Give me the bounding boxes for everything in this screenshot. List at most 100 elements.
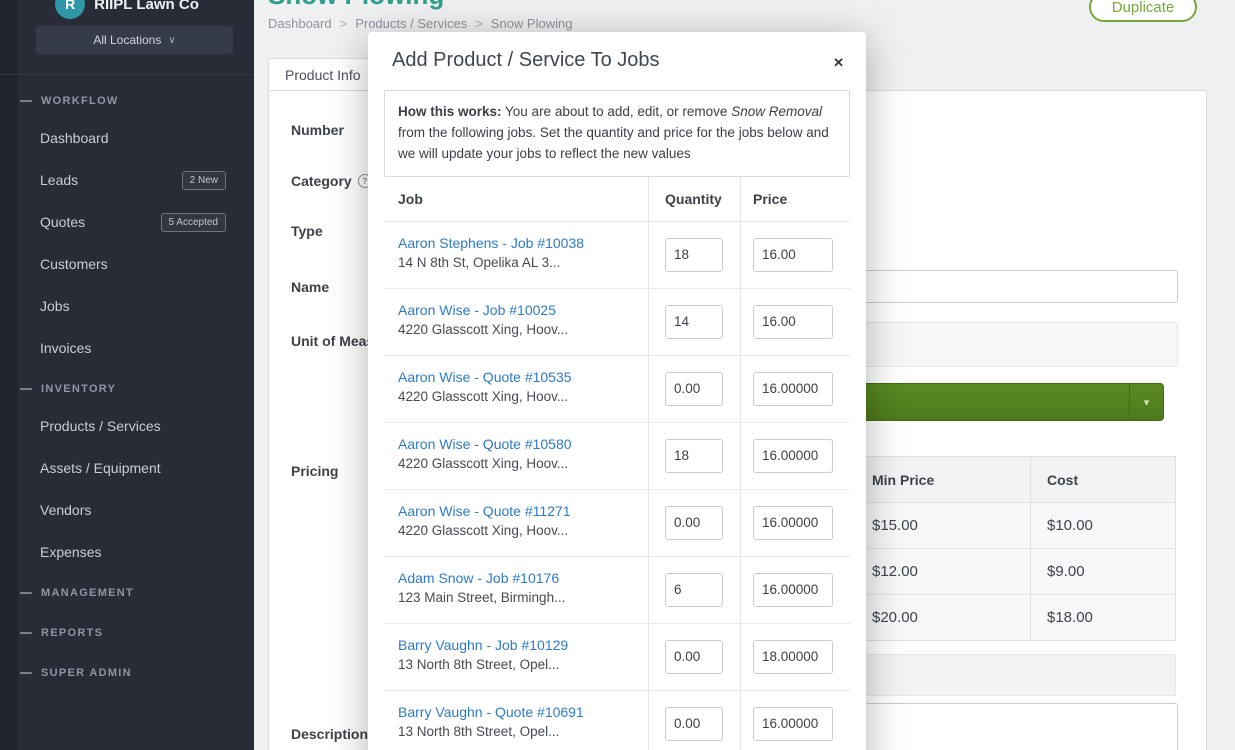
pricing-cell-cost: $18.00	[1030, 595, 1175, 640]
item-label: Dashboard	[40, 130, 109, 146]
breadcrumb-products-services[interactable]: Products / Services	[355, 16, 467, 31]
breadcrumb-separator-icon: >	[340, 16, 348, 31]
job-row: Adam Snow - Job #10176 123 Main Street, …	[384, 557, 850, 624]
chevron-down-icon[interactable]: ▾	[1129, 384, 1163, 420]
sidebar-item-products-services[interactable]: Products / Services	[0, 405, 254, 447]
quantity-input[interactable]	[665, 439, 723, 473]
modal-title: Add Product / Service To Jobs	[392, 49, 660, 72]
section-label: REPORTS	[41, 627, 103, 639]
price-input[interactable]	[753, 238, 833, 272]
add-product-service-modal: Add Product / Service To Jobs ✕ How this…	[368, 32, 866, 750]
pricing-cell-cost: $10.00	[1030, 503, 1175, 548]
sidebar-item-expenses[interactable]: Expenses	[0, 531, 254, 573]
nav-section-inventory[interactable]: INVENTORY	[0, 369, 254, 405]
pricing-cell-min: $20.00	[855, 595, 1030, 640]
category-label: Category ?	[291, 173, 372, 189]
job-link[interactable]: Aaron Wise - Job #10025	[398, 302, 640, 318]
job-link[interactable]: Aaron Stephens - Job #10038	[398, 235, 640, 251]
item-label: Jobs	[40, 298, 70, 314]
sidebar-item-vendors[interactable]: Vendors	[0, 489, 254, 531]
item-label: Assets / Equipment	[40, 460, 161, 476]
modal-header: Add Product / Service To Jobs ✕	[368, 32, 866, 88]
item-label: Products / Services	[40, 418, 161, 434]
quantity-input[interactable]	[665, 305, 723, 339]
note-text: You are about to add, edit, or remove	[502, 104, 732, 119]
app-window: R RIIPL Lawn Co All Locations ∨ WORKFLOW…	[0, 0, 1235, 750]
description-label: Description	[291, 726, 368, 742]
col-quantity: Quantity	[648, 177, 740, 221]
sidebar-item-invoices[interactable]: Invoices	[0, 327, 254, 369]
close-icon[interactable]: ✕	[833, 55, 844, 71]
name-label: Name	[291, 279, 329, 295]
number-label: Number	[291, 122, 344, 138]
job-row: Aaron Wise - Quote #10580 4220 Glasscott…	[384, 423, 850, 490]
item-label: Leads	[40, 172, 78, 188]
col-job: Job	[384, 177, 648, 221]
job-link[interactable]: Aaron Wise - Quote #11271	[398, 503, 640, 519]
nav-section-reports[interactable]: REPORTS	[0, 613, 254, 653]
collapse-icon	[20, 672, 32, 674]
quantity-input[interactable]	[665, 640, 723, 674]
section-label: INVENTORY	[41, 383, 116, 395]
price-input[interactable]	[753, 439, 833, 473]
breadcrumb-dashboard[interactable]: Dashboard	[268, 16, 332, 31]
job-link[interactable]: Aaron Wise - Quote #10580	[398, 436, 640, 452]
company-name: RIIPL Lawn Co	[94, 0, 199, 13]
job-link[interactable]: Adam Snow - Job #10176	[398, 570, 640, 586]
modal-body: How this works: You are about to add, ed…	[368, 90, 866, 750]
quantity-input[interactable]	[665, 573, 723, 607]
sidebar-item-assets-equipment[interactable]: Assets / Equipment	[0, 447, 254, 489]
job-address: 14 N 8th St, Opelika AL 3...	[398, 255, 640, 270]
quantity-input[interactable]	[665, 238, 723, 272]
item-label: Vendors	[40, 502, 91, 518]
sidebar-nav: WORKFLOW Dashboard Leads 2 New Quotes 5 …	[0, 74, 254, 693]
item-label: Expenses	[40, 544, 101, 560]
price-input[interactable]	[753, 506, 833, 540]
jobs-table-header: Job Quantity Price	[384, 177, 850, 222]
jobs-table: Job Quantity Price Aaron Stephens - Job …	[384, 177, 850, 750]
sidebar-item-customers[interactable]: Customers	[0, 243, 254, 285]
job-address: 13 North 8th Street, Opel...	[398, 657, 640, 672]
nav-section-workflow[interactable]: WORKFLOW	[0, 81, 254, 117]
logo-letter: R	[65, 0, 75, 12]
nav-section-management[interactable]: MANAGEMENT	[0, 573, 254, 613]
sidebar-item-quotes[interactable]: Quotes 5 Accepted	[0, 201, 254, 243]
pricing-col-cost: Cost	[1030, 457, 1175, 502]
job-address: 4220 Glasscott Xing, Hoov...	[398, 389, 640, 404]
breadcrumb-current: Snow Plowing	[491, 16, 573, 31]
job-link[interactable]: Barry Vaughn - Quote #10691	[398, 704, 640, 720]
job-link[interactable]: Aaron Wise - Quote #10535	[398, 369, 640, 385]
job-row: Barry Vaughn - Quote #10691 13 North 8th…	[384, 691, 850, 750]
sidebar-item-jobs[interactable]: Jobs	[0, 285, 254, 327]
note-item-name: Snow Removal	[731, 104, 822, 119]
location-selector-label: All Locations	[93, 33, 161, 47]
duplicate-button[interactable]: Duplicate	[1089, 0, 1197, 22]
sidebar-item-dashboard[interactable]: Dashboard	[0, 117, 254, 159]
job-row: Aaron Wise - Quote #10535 4220 Glasscott…	[384, 356, 850, 423]
job-address: 4220 Glasscott Xing, Hoov...	[398, 523, 640, 538]
job-address: 123 Main Street, Birmingh...	[398, 590, 640, 605]
location-selector[interactable]: All Locations ∨	[36, 26, 233, 54]
chevron-down-icon: ∨	[168, 35, 175, 46]
job-address: 13 North 8th Street, Opel...	[398, 724, 640, 739]
page-title: Snow Plowing	[268, 0, 444, 11]
company-logo-row[interactable]: R RIIPL Lawn Co	[0, 0, 254, 22]
price-input[interactable]	[753, 640, 833, 674]
price-input[interactable]	[753, 372, 833, 406]
job-link[interactable]: Barry Vaughn - Job #10129	[398, 637, 640, 653]
quantity-input[interactable]	[665, 372, 723, 406]
section-label: MANAGEMENT	[41, 587, 134, 599]
price-input[interactable]	[753, 573, 833, 607]
price-input[interactable]	[753, 707, 833, 741]
collapse-icon	[20, 100, 32, 102]
price-input[interactable]	[753, 305, 833, 339]
job-row: Aaron Stephens - Job #10038 14 N 8th St,…	[384, 222, 850, 289]
col-price: Price	[740, 177, 850, 221]
job-row: Barry Vaughn - Job #10129 13 North 8th S…	[384, 624, 850, 691]
breadcrumb: Dashboard > Products / Services > Snow P…	[268, 16, 572, 31]
quantity-input[interactable]	[665, 506, 723, 540]
nav-section-super-admin[interactable]: SUPER ADMIN	[0, 653, 254, 693]
quantity-input[interactable]	[665, 707, 723, 741]
pricing-col-min-price: Min Price	[855, 457, 1030, 502]
sidebar-item-leads[interactable]: Leads 2 New	[0, 159, 254, 201]
